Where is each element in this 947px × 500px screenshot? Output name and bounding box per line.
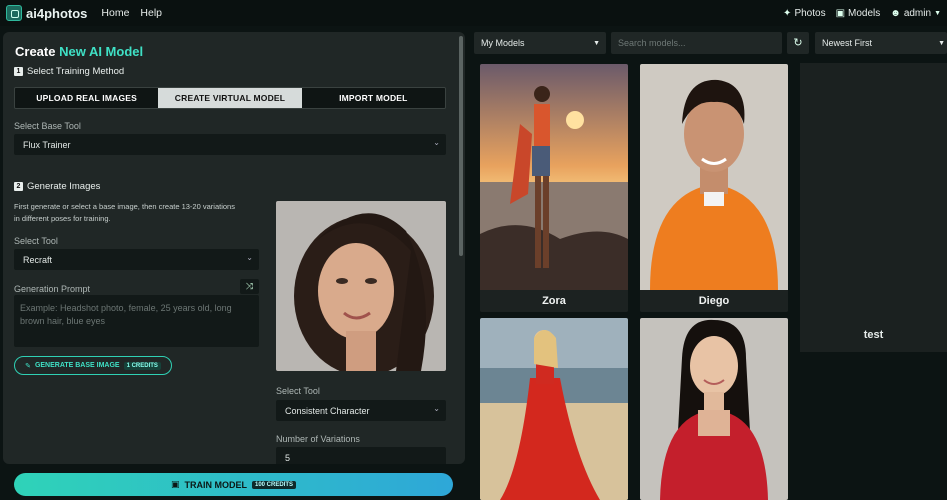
tool2-value: Consistent Character [285,405,370,416]
tab-create-virtual-model[interactable]: CREATE VIRTUAL MODEL [158,88,302,108]
credits-badge: 1 CREDITS [123,361,161,370]
model-photo-diego [640,64,788,290]
chevron-down-icon: ▼ [938,39,945,47]
title-accent: New AI Model [59,44,144,59]
tool-value: Recraft [23,254,53,265]
train-button-label: TRAIN MODEL [184,479,248,490]
nav-models-label: Models [848,7,881,19]
step-1-number: 1 [14,67,23,76]
brand-name: ai4photos [26,5,88,21]
search-models-input[interactable]: Search models... [611,32,782,54]
shuffle-icon: ⤨ [245,281,254,291]
model-name: Zora [480,290,628,312]
model-filter-value: My Models [481,38,525,48]
tool-select[interactable]: Recraft ⌄ [14,249,259,270]
tab-upload-real-images[interactable]: UPLOAD REAL IMAGES [15,88,159,108]
model-name: Diego [640,290,788,312]
train-model-button[interactable]: ▣ TRAIN MODEL 100 CREDITS [14,473,453,496]
prompt-textarea[interactable]: Example: Headshot photo, female, 25 year… [14,295,259,347]
step-2-number: 2 [14,182,23,191]
step-1-heading: 1 Select Training Method [14,66,124,77]
model-card-4[interactable] [480,318,628,500]
panel-scrollbar[interactable] [459,36,463,256]
top-navbar: ai4photos Home Help ✦ Photos ▣ Models ☻ adm… [0,0,947,26]
model-card-5[interactable] [640,318,788,500]
sort-value: Newest First [822,38,873,48]
base-tool-value: Flux Trainer [23,139,71,150]
user-menu[interactable]: ☻ admin ▼ [890,8,941,19]
step-1-label: Select Training Method [27,66,125,77]
model-card-test[interactable]: test [800,63,947,352]
train-credits-badge: 100 CREDITS [252,480,297,489]
chevron-down-icon: ⌄ [433,404,440,413]
base-tool-select[interactable]: Flux Trainer ⌄ [14,134,446,155]
logo-icon [6,5,22,21]
chevron-down-icon: ▼ [934,9,941,17]
base-tool-label: Select Base Tool [14,121,81,131]
generate-button-label: GENERATE BASE IMAGE [34,362,120,369]
base-image-preview[interactable] [276,201,446,371]
step-2-heading: 2 Generate Images [14,181,100,192]
nav-help-link[interactable]: Help [140,7,162,19]
chevron-down-icon: ▼ [593,39,600,47]
pencil-icon: ✎ [25,362,31,370]
chevron-down-icon: ⌄ [433,138,440,147]
refresh-button[interactable]: ↻ [787,32,809,54]
generate-base-image-button[interactable]: ✎ GENERATE BASE IMAGE 1 CREDITS [14,356,172,375]
step-2-description: First generate or select a base image, t… [14,202,235,223]
model-card-diego[interactable]: Diego [640,64,788,312]
id-card-icon: ▣ [835,7,846,19]
nav-home-link[interactable]: Home [101,7,129,19]
tab-import-model[interactable]: IMPORT MODEL [301,88,445,108]
chevron-down-icon: ⌄ [246,253,253,262]
tool-label: Select Tool [14,236,58,246]
model-photo-zora [480,64,628,290]
training-method-tabs: UPLOAD REAL IMAGES CREATE VIRTUAL MODEL … [14,87,446,109]
page-title: Create New AI Model [15,44,143,59]
user-name: admin [903,7,932,19]
shuffle-prompt-button[interactable]: ⤨ [240,279,259,294]
create-model-panel: Create New AI Model 1 Select Training Met… [3,32,465,464]
model-photo-5 [640,318,788,500]
user-gear-icon: ☻ [890,7,901,19]
portrait-image [276,201,446,371]
wand-icon: ✦ [783,7,792,19]
step-2-label: Generate Images [27,181,101,192]
model-name: test [863,329,884,341]
prompt-label: Generation Prompt [14,284,91,294]
sort-select[interactable]: Newest First ▼ [815,32,947,54]
model-card-zora[interactable]: Zora [480,64,628,312]
model-filter-select[interactable]: My Models ▼ [474,32,606,54]
brand-logo[interactable]: ai4photos [6,5,87,21]
variations-label: Number of Variations [276,434,360,444]
tool2-select[interactable]: Consistent Character ⌄ [276,400,446,421]
nav-photos-label: Photos [794,7,826,19]
id-card-icon: ▣ [170,479,180,489]
tool2-label: Select Tool [276,386,320,396]
refresh-icon: ↻ [793,37,803,49]
nav-photos-link[interactable]: ✦ Photos [783,8,826,19]
title-prefix: Create [15,44,60,59]
model-photo-4 [480,318,628,500]
nav-models-link[interactable]: ▣ Models [836,8,881,19]
variations-input[interactable]: 5 [276,447,446,464]
variations-value: 5 [285,452,291,463]
